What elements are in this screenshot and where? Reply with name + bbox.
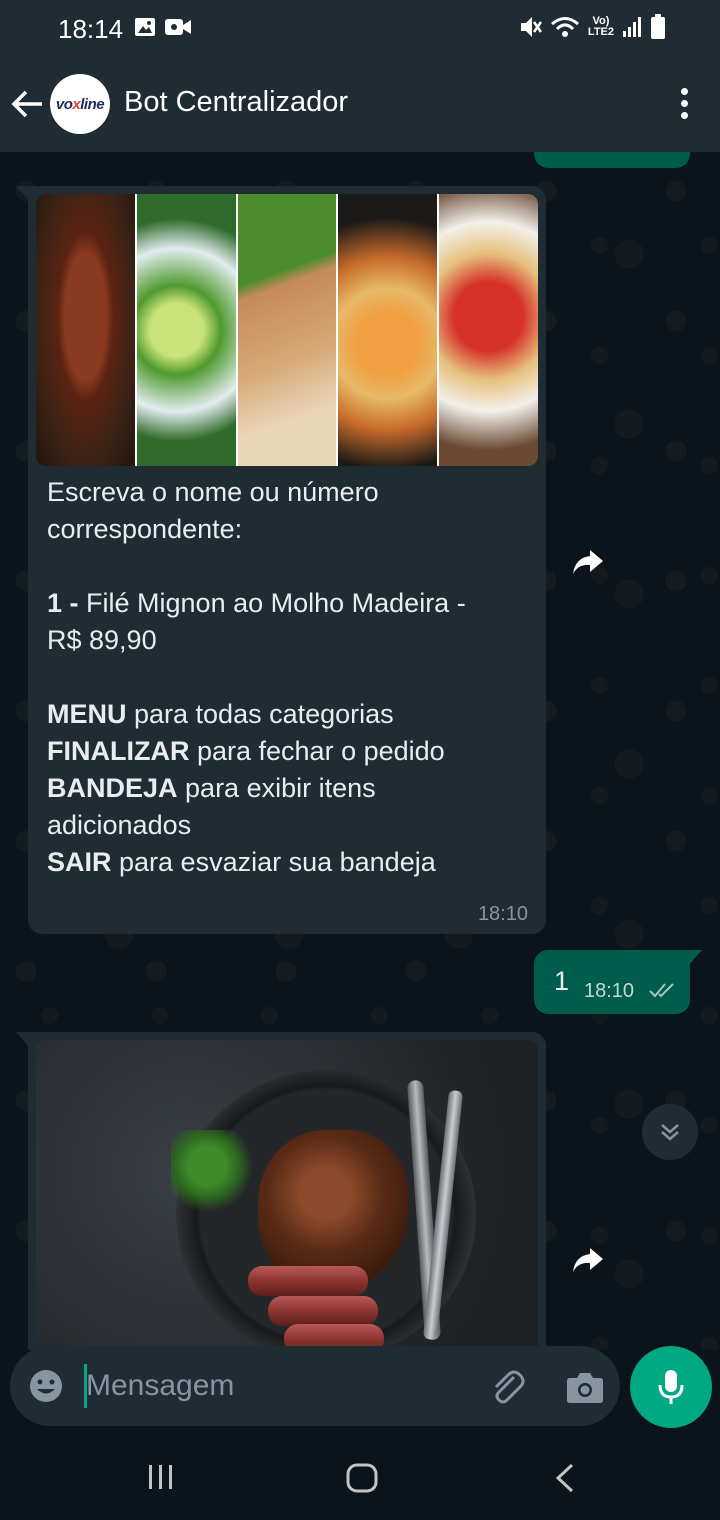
message-line: 1 - Filé Mignon ao Molho Madeira - [47, 585, 527, 622]
mute-icon [520, 17, 542, 37]
message-line-text: para fechar o pedido [189, 736, 445, 766]
outgoing-message-text: 1 [554, 966, 570, 996]
forward-icon[interactable] [572, 548, 604, 576]
message-line-text: R$ 89,90 [47, 625, 157, 655]
message-line-bold: SAIR [47, 847, 112, 877]
scroll-to-bottom-button[interactable] [642, 1104, 698, 1160]
message-line: adicionados [47, 807, 527, 844]
food-collage-image[interactable] [36, 194, 538, 466]
chat-header: voxline Bot Centralizador [0, 56, 720, 152]
message-line-bold: 1 - [47, 588, 79, 618]
previous-outgoing-bubble [534, 152, 690, 168]
back-arrow-icon[interactable] [10, 84, 46, 124]
image-icon [135, 18, 155, 36]
more-options-icon[interactable] [678, 88, 690, 122]
status-bar: 18:14 Vo) LTE2 [0, 0, 720, 56]
message-input[interactable] [86, 1364, 466, 1408]
wifi-icon [550, 17, 579, 37]
emoji-icon[interactable] [28, 1368, 64, 1404]
microphone-button[interactable] [630, 1346, 712, 1428]
message-line-text: correspondente: [47, 514, 243, 544]
message-line-bold: BANDEJA [47, 773, 178, 803]
status-time: 18:14 [58, 14, 124, 44]
video-camera-icon [165, 19, 191, 35]
nav-back-icon[interactable] [552, 1462, 578, 1494]
status-icons-right: Vo) LTE2 [518, 14, 666, 40]
steak-slice [268, 1296, 378, 1326]
message-line-text: para esvaziar sua bandeja [111, 847, 436, 877]
recent-apps-icon[interactable] [146, 1462, 176, 1492]
food-panel-steak [36, 194, 137, 466]
logo-part2: line [80, 95, 105, 113]
avatar[interactable]: voxline [50, 74, 110, 134]
food-panel-salad [136, 194, 238, 466]
message-line-text: adicionados [47, 810, 192, 840]
message-composer [10, 1346, 620, 1426]
incoming-message-image[interactable] [16, 1032, 546, 1350]
outgoing-message[interactable]: 1 18:10 [534, 950, 702, 1014]
volte-icon: Vo) LTE2 [588, 16, 614, 38]
system-navigation-bar [0, 1438, 720, 1520]
message-text: Escreva o nome ou número correspondente: 1… [47, 474, 527, 881]
message-line-text: para todas categorias [126, 699, 394, 729]
microphone-icon [658, 1370, 684, 1404]
message-line: R$ 89,90 [47, 622, 527, 659]
food-panel-pasta [439, 194, 538, 466]
message-line [47, 659, 527, 696]
chat-title[interactable]: Bot Centralizador [124, 86, 348, 119]
status-icons-left [134, 16, 192, 38]
herbs [171, 1130, 261, 1220]
home-icon[interactable] [345, 1462, 379, 1494]
steak-photo[interactable] [36, 1040, 538, 1350]
message-line-bold: MENU [47, 699, 127, 729]
network-label-bottom: LTE2 [587, 26, 614, 38]
message-line: correspondente: [47, 511, 527, 548]
battery-icon [651, 14, 665, 39]
food-panel-fish [237, 194, 339, 466]
double-chevron-down-icon [661, 1124, 679, 1141]
message-line: SAIR para esvaziar sua bandeja [47, 844, 527, 881]
voxline-logo: voxline [55, 95, 105, 113]
logo-part1: vo [55, 95, 73, 113]
message-line [47, 548, 527, 585]
message-time: 18:10 [477, 903, 528, 925]
camera-icon[interactable] [566, 1370, 604, 1404]
paperclip-icon[interactable] [488, 1368, 526, 1406]
food-panel-shrimp [338, 194, 440, 466]
chat-area[interactable]: Escreva o nome ou número correspondente: 1… [0, 152, 720, 1350]
forward-icon[interactable] [572, 1246, 604, 1274]
message-line-text: Filé Mignon ao Molho Madeira - [78, 588, 466, 618]
read-ticks-icon [649, 983, 674, 998]
message-line: BANDEJA para exibir itens [47, 770, 527, 807]
steak-slice [248, 1266, 368, 1296]
message-line: MENU para todas categorias [47, 696, 527, 733]
message-line: Escreva o nome ou número [47, 474, 527, 511]
message-line: FINALIZAR para fechar o pedido [47, 733, 527, 770]
message-line-bold: FINALIZAR [47, 736, 190, 766]
outgoing-message-time: 18:10 [584, 980, 635, 1002]
message-line-text: Escreva o nome ou número [47, 477, 379, 507]
message-line-text: para exibir itens [177, 773, 376, 803]
signal-icon [623, 17, 641, 37]
incoming-message-menu[interactable]: Escreva o nome ou número correspondente: 1… [16, 186, 546, 934]
